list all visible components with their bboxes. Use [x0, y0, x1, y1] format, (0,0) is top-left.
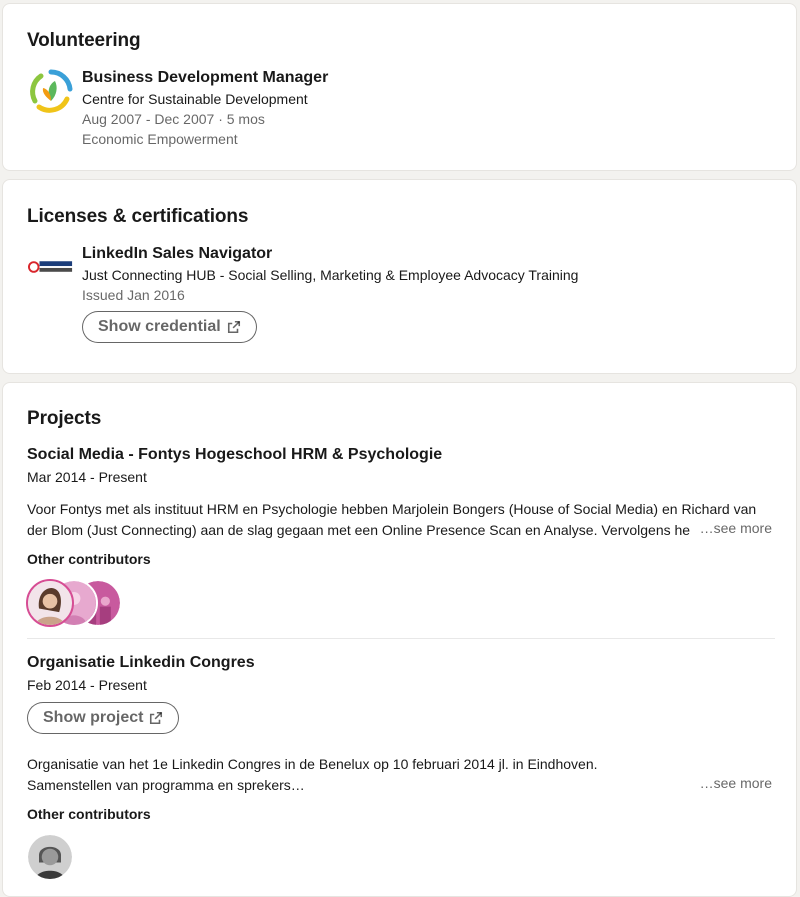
project-description-line: der Blom (Just Connecting) aan de slag g…	[27, 522, 691, 538]
other-contributors-label: Other contributors	[27, 551, 151, 567]
sustainable-development-logo-icon	[30, 69, 73, 113]
contributor-avatar[interactable]	[26, 833, 74, 881]
certification-issuer: Just Connecting HUB - Social Selling, Ma…	[82, 267, 579, 283]
volunteer-organization: Centre for Sustainable Development	[82, 91, 308, 107]
projects-section: Projects Social Media - Fontys Hogeschoo…	[2, 382, 797, 897]
project-description-line: Samenstellen van programma en sprekers…	[27, 777, 305, 793]
volunteer-role: Business Development Manager	[82, 69, 329, 86]
see-more-link[interactable]: …see more	[695, 520, 772, 536]
just-connecting-logo[interactable]	[27, 243, 75, 291]
show-credential-label: Show credential	[98, 318, 221, 335]
projects-heading: Projects	[27, 408, 102, 429]
sustainable-development-logo[interactable]	[27, 67, 75, 115]
contributor-photo	[28, 835, 72, 879]
show-project-label: Show project	[43, 709, 144, 726]
licenses-section: Licenses & certifications LinkedIn Sales…	[2, 179, 797, 374]
contributor-avatar[interactable]	[26, 579, 74, 627]
certification-issued-date: Issued Jan 2016	[82, 287, 185, 303]
certification-entry[interactable]: LinkedIn Sales Navigator Just Connecting…	[82, 243, 776, 305]
volunteering-section: Volunteering Business Development Manage…	[2, 3, 797, 171]
licenses-heading: Licenses & certifications	[27, 206, 249, 227]
project-title: Social Media - Fontys Hogeschool HRM & P…	[27, 446, 443, 463]
project-dates: Feb 2014 - Present	[27, 677, 147, 693]
project-divider	[27, 638, 775, 639]
project-description: Organisatie van het 1e Linkedin Congres …	[27, 754, 775, 796]
project-description: Voor Fontys met als instituut HRM en Psy…	[27, 499, 775, 541]
show-credential-button[interactable]: Show credential	[82, 311, 257, 343]
other-contributors-label: Other contributors	[27, 806, 151, 822]
see-more-link[interactable]: …see more	[695, 775, 772, 791]
just-connecting-logo-icon	[28, 261, 73, 273]
volunteer-cause: Economic Empowerment	[82, 131, 238, 147]
certification-name: LinkedIn Sales Navigator	[82, 245, 273, 262]
volunteering-heading: Volunteering	[27, 30, 141, 51]
external-link-icon	[227, 320, 240, 334]
volunteering-entry[interactable]: Business Development Manager Centre for …	[82, 67, 776, 149]
contributor-photo	[28, 581, 72, 625]
project-description-line: Organisatie van het 1e Linkedin Congres …	[27, 756, 598, 772]
volunteer-dates: Aug 2007 - Dec 2007 · 5 mos	[82, 111, 265, 127]
project-description-line: Voor Fontys met als instituut HRM en Psy…	[27, 501, 757, 517]
external-link-icon	[150, 711, 163, 725]
project-title: Organisatie Linkedin Congres	[27, 654, 255, 671]
project-dates: Mar 2014 - Present	[27, 469, 147, 485]
show-project-button[interactable]: Show project	[27, 702, 180, 734]
